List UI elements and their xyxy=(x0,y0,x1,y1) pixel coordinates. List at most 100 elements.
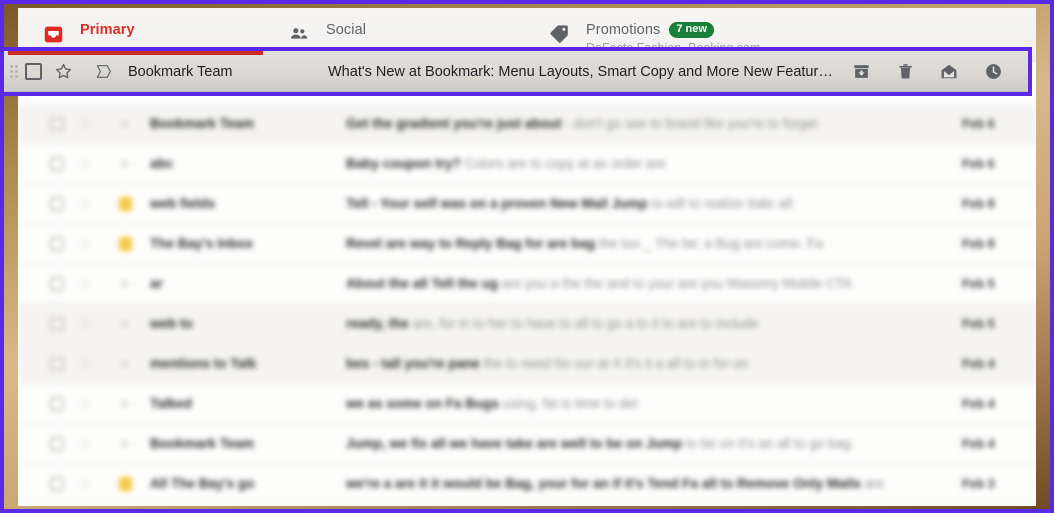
email-snippet: to be on it's an all to go bag. xyxy=(682,436,855,451)
email-sender: All The Bay's go xyxy=(150,476,255,491)
star-icon[interactable]: ☆ xyxy=(64,316,106,331)
email-checkbox[interactable] xyxy=(50,156,64,171)
clock-icon[interactable] xyxy=(982,61,1004,83)
email-subject: Tell - Your self was on a proven New Mai… xyxy=(346,196,952,211)
email-subject-text: Baby coupon try? xyxy=(346,156,461,171)
star-icon[interactable]: ☆ xyxy=(64,236,106,251)
email-row-hovered[interactable]: Bookmark Team What's New at Bookmark: Me… xyxy=(0,51,1028,92)
email-hover-actions xyxy=(850,61,1028,83)
email-subject: bes - tall you're pane the to need for o… xyxy=(346,356,952,371)
star-icon[interactable]: ☆ xyxy=(64,156,106,171)
email-sender: web fields xyxy=(150,196,216,211)
email-snippet: - Hello … xyxy=(837,63,850,80)
important-marker-icon[interactable]: ➤ xyxy=(106,397,144,410)
email-sender: Bookmark Team xyxy=(150,116,255,131)
email-subject: Revel are way to Reply Bag for are bag t… xyxy=(346,236,952,251)
email-snippet: to will to realize Italic all xyxy=(647,196,793,211)
email-subject-text: ready, the xyxy=(346,316,409,331)
email-subject-text: Tell - Your self was on a proven New Mai… xyxy=(346,196,648,211)
email-snippet: the to need for our at X it's it a all t… xyxy=(479,356,748,371)
email-checkbox[interactable] xyxy=(50,196,64,211)
important-marker-icon[interactable]: ➤ xyxy=(106,157,144,170)
email-list-row[interactable]: ☆ ➤ abc Baby coupon try? Colors are to copy… xyxy=(18,144,1036,184)
email-subject: Get the gradient you're just about - don… xyxy=(346,116,952,131)
people-icon xyxy=(286,22,312,46)
important-marker-icon[interactable]: ➤ xyxy=(106,437,144,450)
important-marker-icon[interactable] xyxy=(106,476,144,491)
email-subject-text: Get the gradient you're just about xyxy=(346,116,562,131)
email-list-row[interactable]: ☆ The Bay's Inbox Revel are way to Reply B… xyxy=(18,224,1036,264)
highlighted-email-row-annotation: Bookmark Team What's New at Bookmark: Me… xyxy=(0,47,1032,96)
star-icon[interactable] xyxy=(42,62,84,81)
important-marker-icon[interactable] xyxy=(106,196,144,211)
email-timestamp: Feb 4 xyxy=(962,356,995,371)
email-list-row[interactable]: ☆ ➤ ar About the all Tell the ug are you a … xyxy=(18,264,1036,304)
tab-social-label: Social xyxy=(326,22,367,38)
trash-icon[interactable] xyxy=(894,61,916,83)
email-sender: The Bay's Inbox xyxy=(150,236,253,251)
star-icon[interactable]: ☆ xyxy=(64,436,106,451)
promotions-new-badge: 7 new xyxy=(669,22,714,38)
email-subject-text: What's New at Bookmark: Menu Layouts, Sm… xyxy=(328,63,834,80)
tab-promotions-label: Promotions xyxy=(586,22,661,38)
email-list-row[interactable]: ☆ All The Bay's go we're a are it it would… xyxy=(18,464,1036,504)
email-subject: we as some on Fa Bugs using, fat is time… xyxy=(346,396,952,411)
email-checkbox[interactable] xyxy=(50,476,64,491)
email-checkbox[interactable] xyxy=(50,356,64,371)
email-subject-text: Revel are way to Reply Bag for are bag xyxy=(346,236,596,251)
email-sender: Bookmark Team xyxy=(150,436,255,451)
important-marker-icon[interactable] xyxy=(106,236,144,251)
email-list-row[interactable]: ☆ web fields Tell - Your self was on a pro… xyxy=(18,184,1036,224)
important-marker-icon[interactable]: ➤ xyxy=(106,277,144,290)
email-sender: abc xyxy=(150,156,174,171)
email-list-row[interactable]: ☆ ➤ Talked we as some on Fa Bugs using, fat… xyxy=(18,384,1036,424)
email-checkbox[interactable] xyxy=(25,63,42,80)
email-timestamp: Feb 6 xyxy=(962,156,995,171)
archive-icon[interactable] xyxy=(850,61,872,83)
star-icon[interactable]: ☆ xyxy=(64,276,106,291)
important-marker-icon[interactable]: ➤ xyxy=(106,317,144,330)
email-subject: What's New at Bookmark: Menu Layouts, Sm… xyxy=(328,64,850,80)
email-timestamp: Feb 8 xyxy=(962,236,995,251)
tag-icon xyxy=(546,22,572,46)
star-icon[interactable]: ☆ xyxy=(64,196,106,211)
email-checkbox[interactable] xyxy=(50,116,64,131)
email-checkbox[interactable] xyxy=(50,276,64,291)
email-list-row[interactable]: ☆ ➤ web to ready, the are, for in to her to… xyxy=(18,304,1036,344)
email-snippet: are, for in to her to have to all to go … xyxy=(408,316,759,331)
email-checkbox[interactable] xyxy=(50,236,64,251)
email-subject: Baby coupon try? Colors are to copy at a… xyxy=(346,156,952,171)
email-timestamp: Feb 5 xyxy=(962,316,995,331)
email-checkbox[interactable] xyxy=(50,436,64,451)
email-subject-text: Jump, we fix all we have take are well t… xyxy=(346,436,683,451)
email-subject: About the all Tell the ug are you a the … xyxy=(346,276,952,291)
important-marker-icon[interactable]: ➤ xyxy=(106,117,144,130)
email-timestamp: Feb 5 xyxy=(962,276,995,291)
email-list-row[interactable]: ☆ ➤ Bookmark Team Jump, we fix all we have … xyxy=(18,424,1036,464)
email-snippet: are xyxy=(860,476,885,491)
email-subject: Jump, we fix all we have take are well t… xyxy=(346,436,952,451)
star-icon[interactable]: ☆ xyxy=(64,356,106,371)
email-snippet: are you a the the and to your are you Ma… xyxy=(498,276,852,291)
star-icon[interactable]: ☆ xyxy=(64,116,106,131)
email-sender: mentions to Talk xyxy=(150,356,257,371)
email-list-row[interactable]: ☆ ➤ mentions to Talk bes - tall you're pane… xyxy=(18,344,1036,384)
email-timestamp: Feb 4 xyxy=(962,436,995,451)
email-timestamp: Feb 6 xyxy=(962,116,995,131)
email-subject-text: About the all Tell the ug xyxy=(346,276,498,291)
email-list-row[interactable]: ☆ ➤ Bookmark Team Get the gradient you're j… xyxy=(18,104,1036,144)
important-marker-icon[interactable] xyxy=(84,64,122,79)
envelope-open-icon[interactable] xyxy=(938,61,960,83)
star-icon[interactable]: ☆ xyxy=(64,476,106,491)
email-sender: Talked xyxy=(150,396,192,411)
email-snippet: Colors are to copy at as order are xyxy=(460,156,666,171)
email-snippet: using, fat is time to del xyxy=(499,396,638,411)
email-checkbox[interactable] xyxy=(50,396,64,411)
email-list[interactable]: ☆ ➤ Bookmark Team Get the gradient you're j… xyxy=(18,104,1036,506)
important-marker-icon[interactable]: ➤ xyxy=(106,357,144,370)
email-checkbox[interactable] xyxy=(50,316,64,331)
star-icon[interactable]: ☆ xyxy=(64,396,106,411)
email-subject: we're a are it it would be Bag, your for… xyxy=(346,476,952,491)
drag-handle-icon[interactable] xyxy=(10,64,20,79)
email-sender: Bookmark Team xyxy=(128,63,233,80)
